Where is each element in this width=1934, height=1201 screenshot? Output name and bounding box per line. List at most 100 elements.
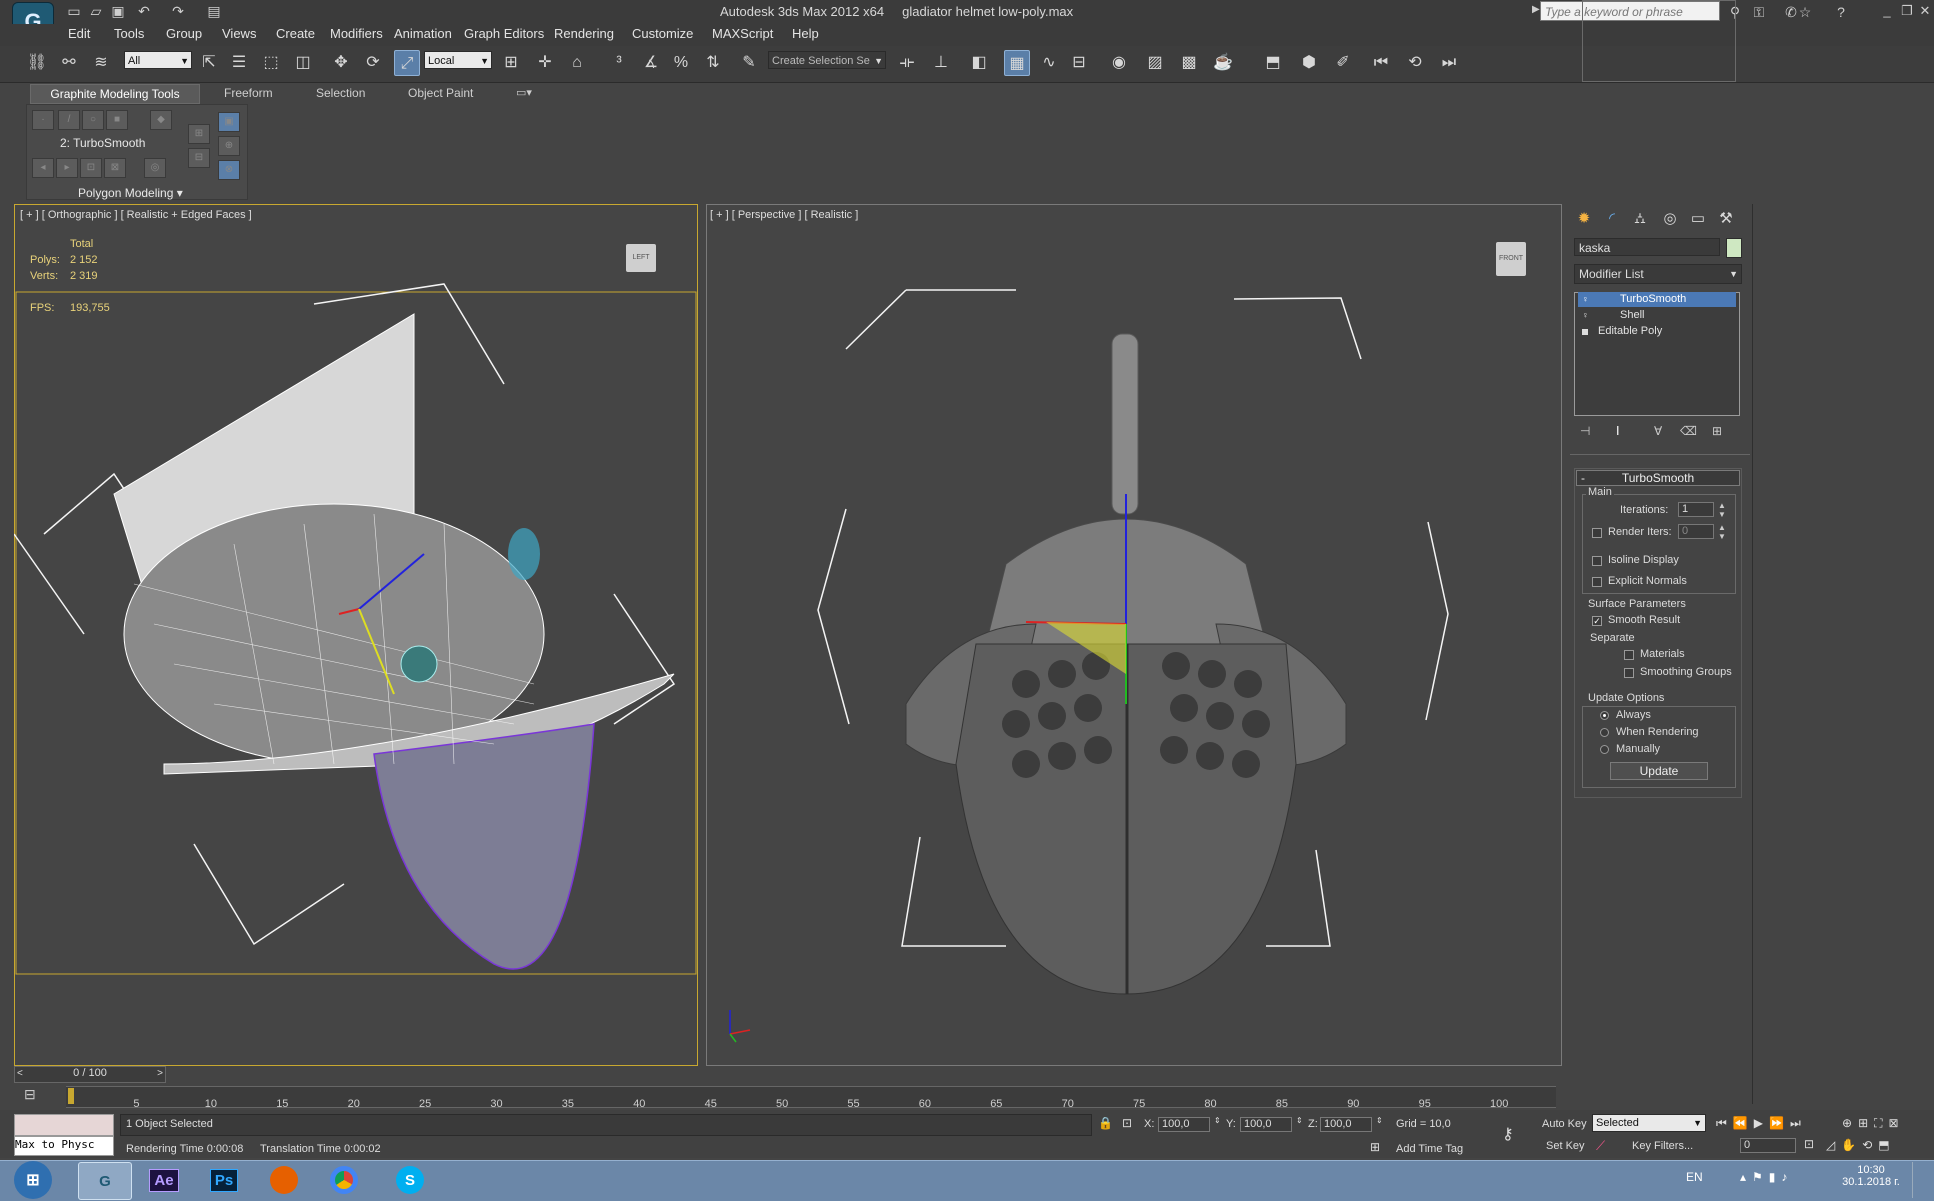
- orbit-icon[interactable]: ⟲: [1862, 1138, 1878, 1152]
- selection-lock-icon[interactable]: 🔒: [1098, 1116, 1113, 1130]
- render-iters-checkbox[interactable]: [1592, 528, 1602, 538]
- brush-icon[interactable]: ✐: [1330, 50, 1356, 76]
- go-to-start-icon[interactable]: ⏮: [1716, 1116, 1733, 1130]
- explicit-normals-checkbox[interactable]: [1592, 577, 1602, 587]
- menu-create[interactable]: Create: [276, 26, 315, 41]
- animation-next-icon[interactable]: ⏭: [1436, 50, 1462, 76]
- zoom-all-icon[interactable]: ⊞: [1858, 1116, 1874, 1130]
- z-coord-field[interactable]: 100,0: [1320, 1117, 1372, 1132]
- current-frame-field[interactable]: 0: [1740, 1138, 1796, 1153]
- when-rendering-radio[interactable]: [1600, 728, 1609, 737]
- reference-coord-dropdown[interactable]: Local ▼: [424, 51, 492, 69]
- ribbon-pin-stack-icon[interactable]: ⊡: [80, 158, 102, 178]
- play-icon[interactable]: ▶: [1754, 1116, 1769, 1130]
- ribbon-vertex-icon[interactable]: ·: [32, 110, 54, 130]
- taskbar-firefox[interactable]: [258, 1162, 310, 1198]
- menu-help[interactable]: Help: [792, 26, 819, 41]
- schematic-view-icon[interactable]: ⊟: [1066, 50, 1092, 76]
- rotate-icon[interactable]: ⟳: [360, 50, 386, 76]
- tab-graphite-modeling-tools[interactable]: Graphite Modeling Tools: [30, 84, 200, 104]
- set-key-button[interactable]: Set Key: [1546, 1140, 1585, 1152]
- field-of-view-icon[interactable]: ◿: [1826, 1138, 1841, 1152]
- select-manipulate-icon[interactable]: ✛: [532, 50, 558, 76]
- ribbon-border-icon[interactable]: ○: [82, 110, 104, 130]
- modify-tab-icon[interactable]: ◜: [1600, 208, 1624, 230]
- motion-tab-icon[interactable]: ◎: [1658, 208, 1682, 230]
- lightbulb-icon[interactable]: ♀: [1582, 292, 1589, 307]
- network-icon[interactable]: ▮: [1769, 1170, 1782, 1184]
- lightbulb-icon[interactable]: ♀: [1582, 308, 1589, 323]
- scale-icon[interactable]: ⤢: [394, 50, 420, 76]
- bind-space-warp-icon[interactable]: ≋: [88, 50, 114, 76]
- isoline-display-checkbox[interactable]: [1592, 556, 1602, 566]
- smoothing-groups-checkbox[interactable]: [1624, 668, 1634, 678]
- mini-curve-editor-icon[interactable]: ⊟: [24, 1086, 36, 1103]
- iterations-spin-arrows[interactable]: ▲ ▼: [1718, 501, 1726, 519]
- pivot-center-icon[interactable]: ⊞: [498, 50, 524, 76]
- angle-snap-icon[interactable]: ∡: [638, 50, 664, 76]
- menu-customize[interactable]: Customize: [632, 26, 693, 41]
- subscription-icon[interactable]: ⚿: [1750, 3, 1768, 21]
- zoom-icon[interactable]: ⊕: [1842, 1116, 1858, 1130]
- spinner-snap-icon[interactable]: ⇅: [700, 50, 726, 76]
- zoom-extents-all-icon[interactable]: ⊠: [1889, 1116, 1905, 1130]
- modifier-list-dropdown[interactable]: Modifier List ▼: [1574, 264, 1742, 284]
- manually-radio[interactable]: [1600, 745, 1609, 754]
- language-indicator[interactable]: EN: [1686, 1170, 1703, 1184]
- curve-editor-icon[interactable]: ∿: [1036, 50, 1062, 76]
- animation-loop-icon[interactable]: ⟲: [1402, 50, 1428, 76]
- turbosmooth-rollout-header[interactable]: - TurboSmooth: [1576, 470, 1740, 486]
- taskbar-photoshop[interactable]: Ps: [198, 1162, 250, 1198]
- selection-filter-dropdown[interactable]: All ▼: [124, 51, 192, 69]
- y-coord-field[interactable]: 100,0: [1240, 1117, 1292, 1132]
- render-setup-icon[interactable]: ▨: [1142, 50, 1168, 76]
- keyboard-shortcut-icon[interactable]: ⌂: [564, 50, 590, 76]
- volume-icon[interactable]: ♪: [1781, 1170, 1793, 1184]
- snaps-toggle-icon[interactable]: ³: [606, 50, 632, 76]
- time-config-icon[interactable]: ⊡: [1804, 1137, 1814, 1151]
- favorites-star-icon[interactable]: ☆: [1796, 3, 1814, 21]
- display-tab-icon[interactable]: ▭: [1686, 208, 1710, 230]
- clock[interactable]: 10:30 30.1.2018 г.: [1840, 1164, 1902, 1188]
- layer-manager-icon[interactable]: ◧: [966, 50, 992, 76]
- ribbon-side-tool-4-icon[interactable]: ⊕: [218, 136, 240, 156]
- hierarchy-tab-icon[interactable]: ⛼: [1628, 208, 1652, 230]
- show-desktop-button[interactable]: [1912, 1162, 1933, 1198]
- stack-item-shell[interactable]: ♀ Shell: [1578, 308, 1736, 323]
- zoom-extents-icon[interactable]: ⛶: [1874, 1116, 1888, 1130]
- smooth-result-checkbox[interactable]: ✓: [1592, 616, 1602, 626]
- menu-modifiers[interactable]: Modifiers: [330, 26, 383, 41]
- minimize-button[interactable]: _: [1876, 2, 1898, 20]
- maxscript-mini-listener[interactable]: Max to Physc: [14, 1136, 114, 1156]
- always-radio[interactable]: [1600, 711, 1609, 720]
- ribbon-side-tool-2-icon[interactable]: ⊟: [188, 148, 210, 168]
- help-icon[interactable]: ?: [1832, 3, 1850, 21]
- key-tangent-icon[interactable]: ⟋: [1596, 1138, 1605, 1154]
- previous-frame-icon[interactable]: ⏪: [1733, 1116, 1754, 1130]
- next-frame-icon[interactable]: ⏩: [1769, 1116, 1790, 1130]
- absolute-mode-icon[interactable]: ⊡: [1122, 1116, 1132, 1130]
- select-object-icon[interactable]: ⇱: [196, 50, 222, 76]
- redo-icon[interactable]: ↷: [170, 3, 186, 19]
- rendered-frame-icon[interactable]: ▩: [1176, 50, 1202, 76]
- update-button[interactable]: Update: [1610, 762, 1708, 780]
- go-to-end-icon[interactable]: ⏭: [1790, 1116, 1807, 1130]
- time-tag-icon[interactable]: ⊞: [1370, 1140, 1380, 1154]
- show-end-result-icon[interactable]: Ⅰ: [1616, 424, 1620, 438]
- containers-icon[interactable]: ⬒: [1260, 50, 1286, 76]
- menu-graph-editors[interactable]: Graph Editors: [464, 26, 544, 41]
- taskbar-after-effects[interactable]: Ae: [138, 1162, 190, 1198]
- tab-object-paint[interactable]: Object Paint: [408, 86, 473, 100]
- utilities-tab-icon[interactable]: ⚒: [1714, 208, 1738, 230]
- track-bar[interactable]: [66, 1086, 1556, 1108]
- align-icon[interactable]: ⊥: [928, 50, 954, 76]
- select-by-name-icon[interactable]: ☰: [226, 50, 252, 76]
- key-filters-button[interactable]: Key Filters...: [1632, 1140, 1693, 1152]
- taskbar-skype[interactable]: S: [384, 1162, 436, 1198]
- set-key-icon[interactable]: ⚷: [1502, 1124, 1514, 1144]
- iterations-spinner[interactable]: 1: [1678, 502, 1714, 517]
- window-crossing-icon[interactable]: ◫: [290, 50, 316, 76]
- move-icon[interactable]: ✥: [328, 50, 354, 76]
- auto-key-button[interactable]: Auto Key: [1542, 1118, 1587, 1130]
- objects-icon[interactable]: ⬢: [1296, 50, 1322, 76]
